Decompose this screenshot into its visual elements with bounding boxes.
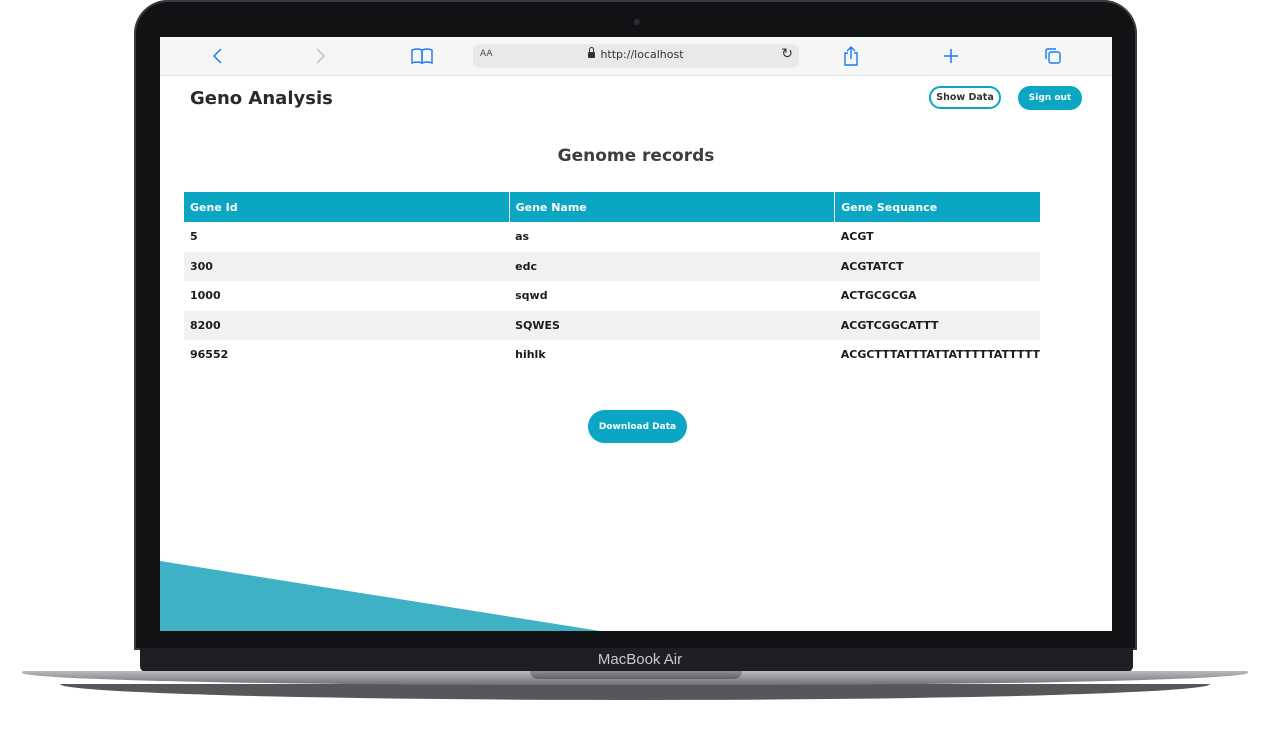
device-brand-label: MacBook Air — [597, 651, 683, 668]
back-button[interactable] — [204, 42, 232, 70]
new-tab-button[interactable] — [937, 42, 965, 70]
bookmarks-button[interactable] — [408, 42, 436, 70]
gene-sequence-cell: ACGTCGGCATTT — [834, 310, 1040, 340]
table-header-row: Gene Id Gene Name Gene Sequance — [184, 192, 1040, 222]
browser-screen: AA http://localhost ↻ Geno Analysis Show… — [160, 37, 1112, 631]
chevron-left-icon — [212, 48, 222, 64]
gene-id-cell: 300 — [184, 251, 510, 281]
tabs-icon — [1045, 48, 1061, 64]
table-row: 8200 SQWES ACGTCGGCATTT — [184, 310, 1040, 340]
column-header-gene-name: Gene Name — [509, 192, 836, 222]
laptop-base-shadow — [60, 684, 1210, 700]
gene-sequence-cell: ACTGCGCGA — [840, 289, 917, 303]
gene-name-cell: edc — [509, 251, 835, 281]
laptop-base-notch — [530, 671, 742, 679]
chevron-right-icon — [316, 48, 326, 64]
book-icon — [411, 48, 433, 64]
url-text: http://localhost — [473, 47, 799, 61]
app-title: Geno Analysis — [190, 88, 333, 109]
tabs-button[interactable] — [1039, 42, 1067, 70]
gene-sequence-cell: ACGCTTTATTTATTATTTTTATTTTT — [840, 348, 1040, 362]
gene-name-cell: sqwd — [515, 289, 548, 303]
gene-name-cell: as — [515, 230, 530, 244]
column-header-gene-sequence: Gene Sequance — [834, 192, 1040, 222]
address-bar[interactable]: AA http://localhost ↻ — [473, 44, 799, 68]
gene-sequence-cell: ACGTATCT — [834, 251, 1040, 281]
forward-button[interactable] — [306, 42, 334, 70]
page-title: Genome records — [557, 146, 715, 166]
plus-icon — [944, 49, 958, 63]
url-value: http://localhost — [600, 48, 684, 61]
gene-sequence-cell: ACGT — [840, 230, 874, 244]
camera-icon — [634, 19, 640, 25]
reload-icon[interactable]: ↻ — [781, 46, 793, 62]
table-row: 96552 hihlk ACGCTTTATTTATTATTTTTATTTTT — [184, 340, 1040, 370]
gene-name-cell: hihlk — [515, 348, 546, 362]
share-button[interactable] — [837, 42, 865, 70]
browser-toolbar: AA http://localhost ↻ — [160, 37, 1112, 76]
genome-records-table: Gene Id Gene Name Gene Sequance 5 as ACG… — [184, 192, 1040, 370]
gene-name-cell: SQWES — [509, 310, 835, 340]
sign-out-button[interactable]: Sign out — [1018, 86, 1082, 110]
web-page: Geno Analysis Show Data Sign out Genome … — [160, 76, 1112, 631]
table-row: 5 as ACGT — [184, 222, 1040, 252]
gene-id-cell: 1000 — [190, 289, 221, 303]
show-data-button[interactable]: Show Data — [929, 86, 1001, 109]
gene-id-cell: 8200 — [184, 310, 510, 340]
gene-id-cell: 96552 — [190, 348, 229, 362]
gene-id-cell: 5 — [190, 230, 198, 244]
table-row: 300 edc ACGTATCT — [184, 251, 1040, 281]
download-data-button[interactable]: Download Data — [588, 410, 687, 443]
column-header-gene-id: Gene Id — [184, 192, 510, 222]
share-icon — [844, 46, 858, 66]
lock-icon — [588, 47, 596, 58]
decorative-wave — [160, 561, 600, 631]
table-row: 1000 sqwd ACTGCGCGA — [184, 281, 1040, 311]
